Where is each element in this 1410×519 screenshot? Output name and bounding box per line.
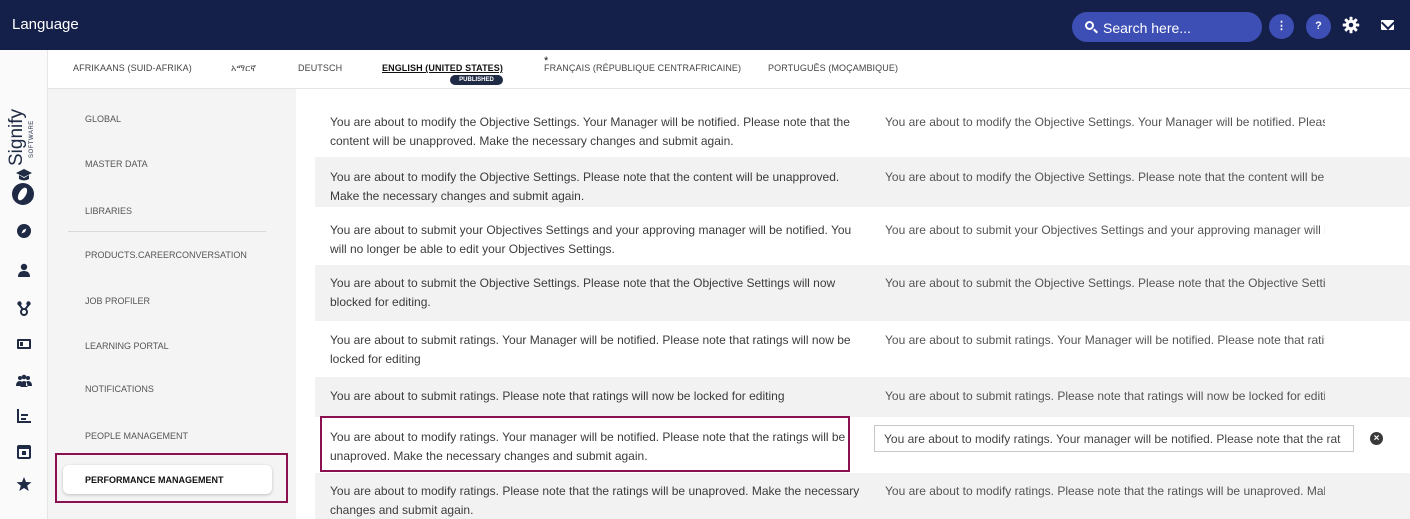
people-icon[interactable] [16, 373, 32, 389]
language-tabs: AFRIKAANS (SUID-AFRIKA) አማርኛ DEUTSCH ENG… [48, 50, 1410, 89]
published-badge: PUBLISHED [450, 75, 503, 85]
star-icon[interactable] [16, 476, 32, 492]
target-text[interactable]: You are about to submit the Objective Se… [885, 274, 1325, 293]
source-text: You are about to modify the Objective Se… [330, 115, 850, 148]
source-text: You are about to submit your Objectives … [330, 223, 852, 256]
top-bar: Language Search here... ⋮ ? [0, 0, 1410, 50]
source-text: You are about to submit ratings. Your Ma… [330, 333, 851, 366]
target-text[interactable]: You are about to submit ratings. Your Ma… [885, 331, 1325, 350]
target-text[interactable]: You are about to modify the Objective Se… [885, 113, 1325, 132]
target-text[interactable]: You are about to modify ratings. Please … [885, 482, 1325, 501]
more-icon[interactable]: ⋮ [1269, 14, 1294, 39]
highlight-box-source [320, 416, 850, 472]
tab-amharic[interactable]: አማርኛ [231, 63, 256, 74]
tab-portugues[interactable]: PORTUGUÊS (MOÇAMBIQUE) [768, 63, 898, 73]
source-text: You are about to submit ratings. Please … [330, 389, 785, 403]
divider [68, 231, 266, 232]
source-text: You are about to submit the Objective Se… [330, 276, 836, 309]
hierarchy-icon[interactable] [16, 300, 32, 316]
help-icon[interactable]: ? [1306, 14, 1331, 39]
logo-sub: SOFTWARE [29, 120, 35, 158]
table-row[interactable]: You are about to modify the Objective Se… [315, 103, 1410, 157]
chart-icon[interactable] [16, 408, 32, 424]
gear-icon[interactable] [1342, 16, 1360, 34]
table-row[interactable]: You are about to submit ratings. Please … [315, 377, 1410, 417]
source-text: You are about to modify ratings. Please … [330, 484, 860, 517]
category-notifications[interactable]: NOTIFICATIONS [85, 384, 154, 394]
source-text: You are about to modify the Objective Se… [330, 170, 840, 203]
category-learning-portal[interactable]: LEARNING PORTAL [85, 341, 169, 351]
graduation-cap-icon[interactable] [16, 167, 32, 183]
target-text-input[interactable]: You are about to modify ratings. Your ma… [874, 425, 1354, 452]
tab-francais[interactable]: FRANÇAIS (RÉPUBLIQUE CENTRAFRICAINE) [544, 63, 741, 73]
icon-rail: Signify SOFTWARE [0, 50, 48, 519]
person-icon[interactable] [16, 262, 32, 278]
search-placeholder: Search here... [1103, 20, 1191, 36]
target-text[interactable]: You are about to submit your Objectives … [885, 221, 1325, 240]
table-row[interactable]: You are about to modify ratings. Please … [315, 473, 1410, 519]
target-text[interactable]: You are about to submit ratings. Please … [885, 387, 1325, 406]
logo-mark-icon [12, 183, 34, 205]
search-box[interactable]: Search here... [1072, 12, 1262, 42]
id-card-icon[interactable] [16, 336, 32, 352]
category-job-profiler[interactable]: JOB PROFILER [85, 296, 150, 306]
category-master-data[interactable]: MASTER DATA [85, 159, 148, 169]
table-row[interactable]: You are about to submit your Objectives … [315, 207, 1410, 265]
category-products-careerconversation[interactable]: PRODUCTS.CAREERCONVERSATION [85, 250, 247, 260]
clear-icon[interactable]: × [1370, 432, 1383, 445]
search-icon [1085, 21, 1094, 30]
target-text[interactable]: You are about to modify the Objective Se… [885, 168, 1325, 187]
table-row[interactable]: You are about to modify the Objective Se… [315, 157, 1410, 207]
category-people-management[interactable]: PEOPLE MANAGEMENT [85, 431, 188, 441]
category-global[interactable]: GLOBAL [85, 114, 121, 124]
table-row[interactable]: You are about to submit ratings. Your Ma… [315, 321, 1410, 377]
category-libraries[interactable]: LIBRARIES [85, 206, 132, 216]
calendar-icon[interactable] [16, 443, 32, 459]
highlight-box-category [55, 453, 288, 503]
mail-icon[interactable] [1381, 20, 1394, 30]
logo: Signify [6, 108, 27, 166]
page-title: Language [12, 16, 79, 33]
compass-icon[interactable] [16, 223, 32, 239]
tab-english-us[interactable]: ENGLISH (UNITED STATES) [382, 63, 503, 73]
tab-afrikaans[interactable]: AFRIKAANS (SUID-AFRIKA) [73, 63, 192, 73]
table-row[interactable]: You are about to submit the Objective Se… [315, 265, 1410, 321]
tab-deutsch[interactable]: DEUTSCH [298, 63, 342, 73]
